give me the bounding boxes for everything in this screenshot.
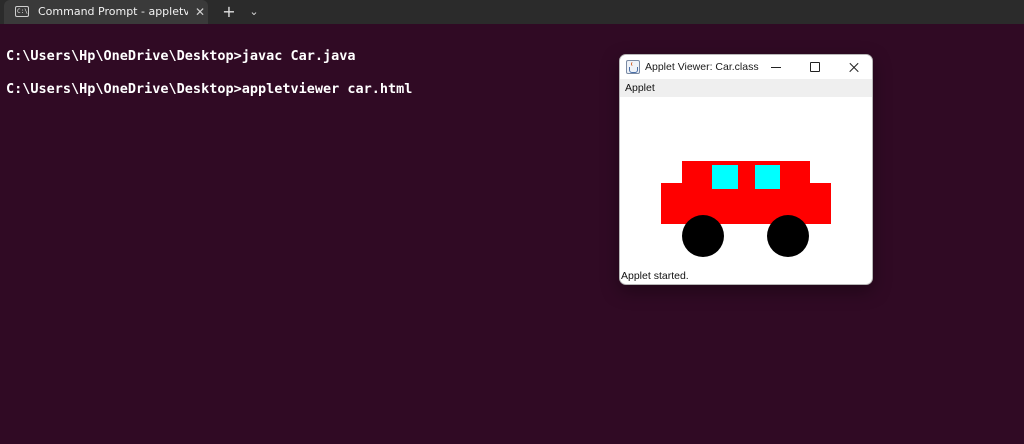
car-window-left — [712, 165, 738, 189]
new-tab-button[interactable]: + — [220, 1, 238, 23]
window-title: Applet Viewer: Car.class — [645, 61, 759, 73]
car-wheel-right — [767, 215, 809, 257]
maximize-icon[interactable] — [804, 57, 826, 77]
car-roof — [682, 161, 810, 183]
menu-bar: Applet — [620, 79, 872, 97]
close-tab-icon[interactable]: ✕ — [193, 4, 207, 20]
car-window-right — [755, 165, 780, 189]
terminal-line: C:\Users\Hp\OneDrive\Desktop>appletviewe… — [6, 81, 413, 97]
terminal-icon: C:\. — [15, 6, 29, 17]
terminal-tab-bar: C:\. Command Prompt - appletvie ✕ + ⌄ — [0, 0, 1024, 24]
car-wheel-left — [682, 215, 724, 257]
tab-title: Command Prompt - appletvie — [38, 5, 188, 18]
terminal-line: C:\Users\Hp\OneDrive\Desktop>javac Car.j… — [6, 48, 356, 64]
chevron-down-icon[interactable]: ⌄ — [246, 2, 262, 22]
close-icon[interactable] — [843, 57, 865, 77]
tab-command-prompt[interactable]: C:\. Command Prompt - appletvie ✕ — [4, 0, 208, 24]
minimize-icon[interactable] — [765, 57, 787, 77]
menu-applet[interactable]: Applet — [625, 81, 655, 95]
applet-viewer-window: Applet Viewer: Car.class Applet Applet s… — [619, 54, 873, 285]
applet-canvas — [620, 97, 872, 267]
window-titlebar[interactable]: Applet Viewer: Car.class — [620, 55, 872, 79]
status-text: Applet started. — [621, 270, 689, 282]
car-body — [661, 183, 831, 224]
java-icon — [626, 60, 640, 74]
